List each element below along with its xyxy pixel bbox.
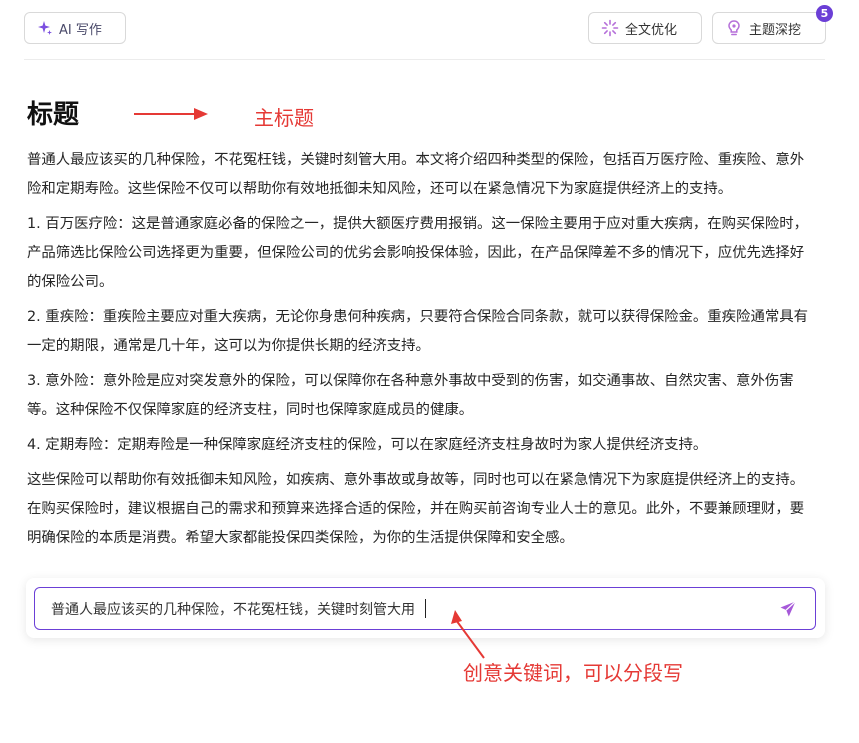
notification-badge: 5	[816, 5, 833, 22]
paragraph-intro: 普通人最应该买的几种保险，不花冤枉钱，关键时刻管大用。本文将介绍四种类型的保险，…	[27, 152, 805, 197]
optimize-full-text-button[interactable]: 全文优化	[588, 12, 702, 44]
send-icon[interactable]	[779, 600, 797, 622]
annotation-arrow-right-icon	[132, 106, 212, 126]
prompt-input-card: 普通人最应该买的几种保险，不花冤枉钱，关键时刻管大用	[26, 578, 825, 638]
ai-write-label: AI 写作	[59, 22, 102, 38]
annotation-main-title: 主标题	[254, 106, 314, 130]
topic-deep-dig-button[interactable]: 主题深挖 5	[712, 5, 833, 44]
paragraph-medical: 1. 百万医疗险：这是普通家庭必备的保险之一，提供大额医疗费用报销。这一保险主要…	[27, 216, 809, 290]
deep-dig-label: 主题深挖	[749, 22, 802, 38]
lightbulb-icon	[725, 19, 743, 37]
annotation-keyword-hint: 创意关键词，可以分段写	[463, 661, 683, 685]
paragraph-accident: 3. 意外险：意外险是应对突发意外的保险，可以保障你在各种意外事故中受到的伤害，…	[27, 373, 794, 418]
document-title[interactable]: 标题	[27, 94, 79, 131]
prompt-input-text: 普通人最应该买的几种保险，不花冤枉钱，关键时刻管大用	[51, 601, 415, 618]
text-caret	[425, 599, 426, 618]
article-body[interactable]: 普通人最应该买的几种保险，不花冤枉钱，关键时刻管大用。本文将介绍四种类型的保险，…	[27, 146, 817, 559]
top-toolbar: AI 写作 全文优化 主题深挖 5	[24, 5, 833, 60]
spinner-icon	[601, 19, 619, 37]
editor-page: AI 写作 全文优化 主题深挖 5 标题 主标题 普通人最应该买的几种保险，不花…	[0, 0, 859, 743]
ai-write-button[interactable]: AI 写作	[24, 12, 126, 44]
paragraph-critical-illness: 2. 重疾险：重疾险主要应对重大疾病，无论你身患何种疾病，只要符合保险合同条款，…	[27, 309, 809, 354]
paragraph-term-life: 4. 定期寿险：定期寿险是一种保障家庭经济支柱的保险，可以在家庭经济支柱身故时为…	[27, 437, 708, 453]
prompt-input[interactable]: 普通人最应该买的几种保险，不花冤枉钱，关键时刻管大用	[34, 587, 816, 630]
sparkle-icon	[37, 20, 53, 36]
optimize-label: 全文优化	[625, 22, 678, 38]
paragraph-conclusion: 这些保险可以帮助你有效抵御未知风险，如疾病、意外事故或身故等，同时也可以在紧急情…	[27, 472, 805, 546]
